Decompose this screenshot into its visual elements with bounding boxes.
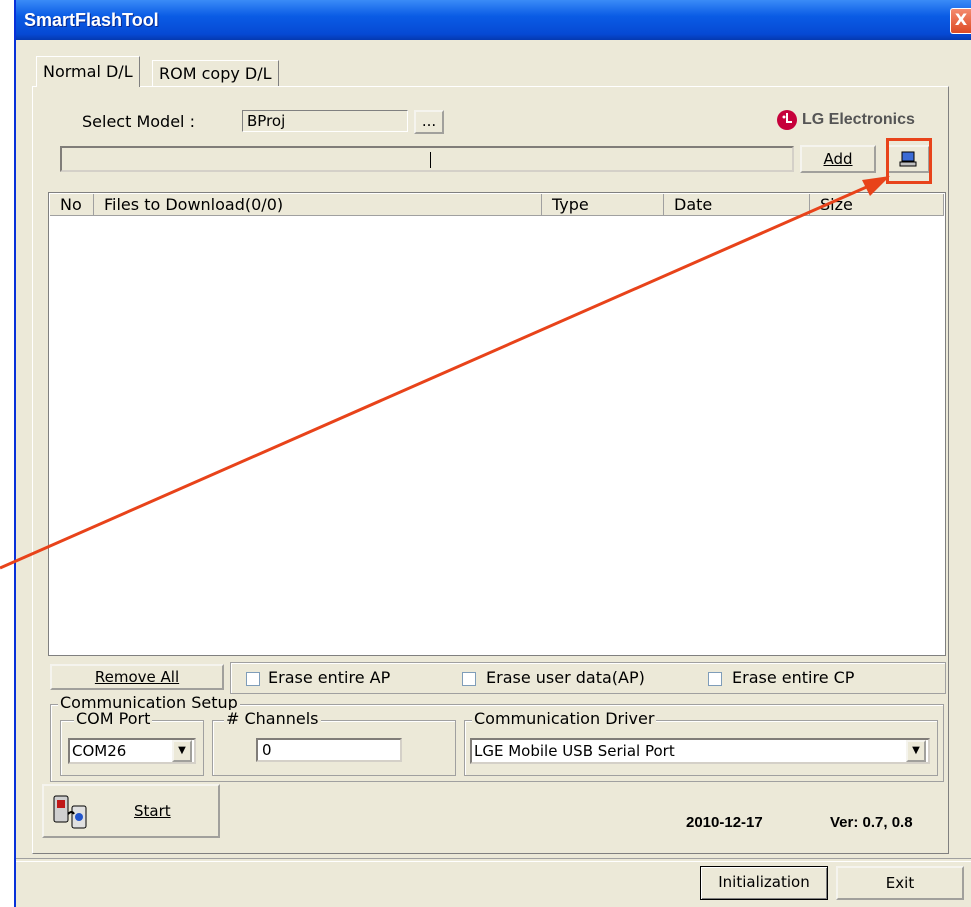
arrow-head <box>862 176 890 196</box>
tab-normal-dl[interactable]: Normal D/L <box>36 56 140 87</box>
annotation-arrow <box>0 176 890 570</box>
arrow-line <box>0 180 879 570</box>
